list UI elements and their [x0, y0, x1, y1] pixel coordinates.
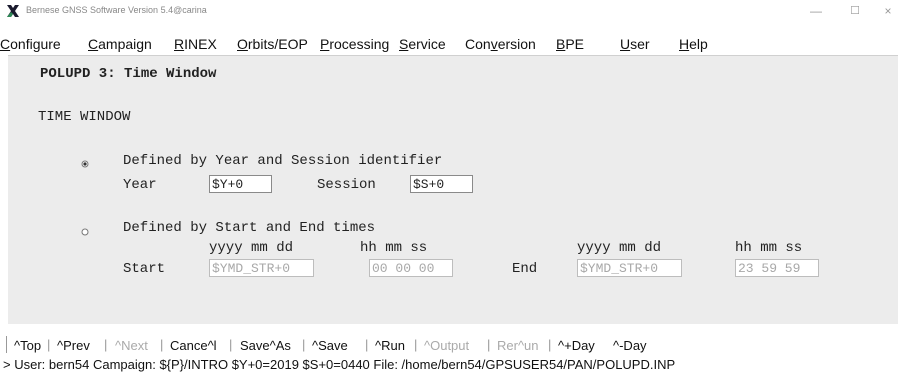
page-title: POLUPD 3: Time Window	[40, 66, 217, 82]
menu-orbits-eop[interactable]: Orbits/EOP	[237, 36, 308, 52]
start-date-header: yyyy mm dd	[209, 240, 294, 256]
session-label: Session	[317, 177, 376, 193]
end-date-header: yyyy mm dd	[577, 240, 662, 256]
end-date-input[interactable]: $YMD_STR+0	[577, 259, 682, 277]
bernese-logo-icon	[6, 4, 20, 18]
menu-processing[interactable]: Processing	[320, 36, 389, 52]
save-button[interactable]: ^Save	[312, 338, 348, 353]
toolbar-separator: |	[487, 337, 491, 352]
output-button[interactable]: ^Output	[424, 338, 469, 353]
prev-button[interactable]: ^Prev	[57, 338, 90, 353]
maximize-button[interactable]: ☐	[845, 3, 865, 19]
toolbar-separator: |	[104, 337, 108, 352]
menu-configure[interactable]: Configure	[0, 36, 61, 52]
action-toolbar: ^Top | ^Prev | ^Next | Cance^l | Save^As…	[0, 334, 898, 356]
status-bar: > User: bern54 Campaign: ${P}/INTRO $Y+0…	[0, 357, 898, 372]
menu-help[interactable]: Help	[679, 36, 708, 52]
title-bar: Bernese GNSS Software Version 5.4@carina…	[0, 0, 898, 22]
end-time-input[interactable]: 23 59 59	[735, 259, 819, 277]
rerun-button[interactable]: Rer^un	[497, 338, 539, 353]
cancel-button[interactable]: Cance^l	[170, 338, 217, 353]
toolbar-separator: |	[229, 337, 233, 352]
next-button[interactable]: ^Next	[115, 338, 148, 353]
plus-day-button[interactable]: ^+Day	[558, 338, 595, 353]
minus-day-button[interactable]: ^-Day	[613, 338, 647, 353]
toolbar-separator: |	[365, 337, 369, 352]
end-label: End	[512, 261, 538, 277]
radio-start-end[interactable]	[81, 228, 89, 236]
year-input[interactable]: $Y+0	[209, 175, 272, 193]
session-input[interactable]: $S+0	[410, 175, 473, 193]
option-year-session-label: Defined by Year and Session identifier	[123, 153, 443, 169]
top-button[interactable]: ^Top	[14, 338, 41, 353]
menu-campaign[interactable]: Campaign	[88, 36, 152, 52]
toolbar-separator: |	[160, 337, 164, 352]
year-label: Year	[123, 177, 157, 193]
start-time-header: hh mm ss	[360, 240, 428, 256]
toolbar-separator: |	[414, 337, 418, 352]
menu-bar: Configure Campaign RINEX Orbits/EOP Proc…	[0, 33, 898, 55]
run-button[interactable]: ^Run	[375, 338, 405, 353]
window-title: Bernese GNSS Software Version 5.4@carina	[26, 5, 207, 15]
start-label: Start	[123, 261, 166, 277]
input-panel: POLUPD 3: Time Window TIME WINDOW Define…	[8, 55, 898, 324]
menu-conversion[interactable]: Conversion	[465, 36, 536, 52]
toolbar-separator: |	[548, 337, 552, 352]
radio-year-session[interactable]	[81, 160, 89, 168]
start-date-input[interactable]: $YMD_STR+0	[209, 259, 314, 277]
toolbar-separator: |	[47, 337, 51, 352]
end-time-header: hh mm ss	[735, 240, 803, 256]
option-start-end-label: Defined by Start and End times	[123, 220, 376, 236]
section-heading: TIME WINDOW	[38, 109, 131, 125]
minimize-button[interactable]: —	[806, 3, 826, 19]
menu-user[interactable]: User	[620, 36, 650, 52]
save-as-button[interactable]: Save^As	[240, 338, 291, 353]
menu-bpe[interactable]: BPE	[556, 36, 584, 52]
menu-rinex[interactable]: RINEX	[174, 36, 217, 52]
toolbar-separator: |	[302, 337, 306, 352]
close-button[interactable]: ×	[878, 3, 898, 19]
status-text: > User: bern54 Campaign: ${P}/INTRO $Y+0…	[3, 357, 676, 372]
toolbar-edge	[6, 336, 7, 353]
menu-service[interactable]: Service	[399, 36, 446, 52]
start-time-input[interactable]: 00 00 00	[369, 259, 453, 277]
